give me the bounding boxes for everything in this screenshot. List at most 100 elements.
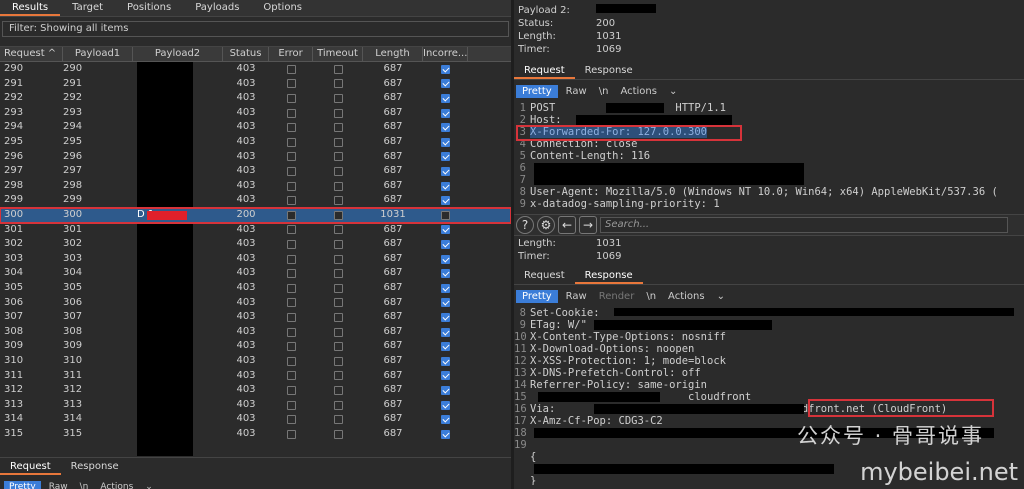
payload2-cell: [133, 310, 223, 325]
tab-request[interactable]: Request: [514, 267, 575, 284]
timeout-checkbox: [333, 137, 343, 147]
code-line: 8 User-Agent: Mozilla/5.0 (Windows NT 10.…: [514, 186, 1024, 198]
error-checkbox: [286, 283, 296, 293]
line-number: 13: [514, 367, 527, 379]
request-editor[interactable]: 1 POST HTTP/1.1 2 Host: 3 X-Forwarded-For: 12…: [514, 102, 1024, 212]
payload1-cell: 306: [63, 296, 83, 308]
table-row[interactable]: 293 293 403 687: [0, 106, 511, 121]
tab-response[interactable]: Response: [61, 458, 129, 475]
tab-target[interactable]: Target: [60, 0, 115, 16]
payload2-cell: [133, 106, 223, 121]
table-row[interactable]: 298 298 403 687: [0, 179, 511, 194]
col-error[interactable]: Error: [269, 47, 313, 61]
help-icon[interactable]: ?: [516, 216, 534, 234]
table-row[interactable]: 305 305 403 687: [0, 281, 511, 296]
timeout-checkbox: [333, 429, 343, 439]
table-row[interactable]: 300 300 D 1 200 1031: [0, 207, 511, 224]
table-row[interactable]: 301 301 403 687: [0, 223, 511, 238]
table-row[interactable]: 297 297 403 687: [0, 164, 511, 179]
incorrect-cell: [423, 369, 468, 384]
actions-button[interactable]: Actions: [96, 481, 137, 489]
col-payload2[interactable]: Payload2: [133, 47, 223, 61]
search-input[interactable]: Search...: [600, 217, 1008, 233]
table-row[interactable]: 302 302 403 687: [0, 237, 511, 252]
error-cell: [269, 383, 313, 398]
pretty-button[interactable]: Pretty: [516, 84, 558, 98]
filter-bar[interactable]: Filter: Showing all items: [2, 21, 509, 37]
request-cell: 313: [4, 398, 24, 410]
table-row[interactable]: 290 290 403 687: [0, 62, 511, 77]
timeout-cell: [313, 150, 363, 165]
table-row[interactable]: 291 291 403 687: [0, 77, 511, 92]
arrow-left-icon[interactable]: ←: [558, 216, 576, 234]
length-cell: 687: [383, 340, 403, 352]
table-row[interactable]: 314 314 403 687: [0, 412, 511, 427]
incorrect-checkbox: [441, 93, 450, 103]
newline-button[interactable]: \n: [76, 481, 93, 489]
tab-request[interactable]: Request: [0, 458, 61, 475]
tab-positions[interactable]: Positions: [115, 0, 183, 16]
tab-payloads[interactable]: Payloads: [183, 0, 251, 16]
status-cell: 403: [236, 296, 256, 308]
col-length[interactable]: Length: [363, 47, 423, 61]
table-row[interactable]: 310 310 403 687: [0, 354, 511, 369]
pretty-button[interactable]: Pretty: [516, 289, 558, 303]
table-row[interactable]: 313 313 403 687: [0, 398, 511, 413]
incorrect-cell: [423, 77, 468, 92]
actions-button[interactable]: Actions: [616, 85, 661, 98]
raw-button[interactable]: Raw: [45, 481, 72, 489]
table-row[interactable]: 296 296 403 687: [0, 150, 511, 165]
raw-button[interactable]: Raw: [562, 290, 591, 303]
length-cell: 687: [383, 63, 403, 74]
length-cell: 687: [383, 296, 403, 308]
length-cell: 687: [383, 267, 403, 279]
col-timeout[interactable]: Timeout: [313, 47, 363, 61]
render-button[interactable]: Render: [595, 290, 639, 303]
raw-button[interactable]: Raw: [562, 85, 591, 98]
payload2-cell: [133, 427, 223, 442]
table-row[interactable]: 315 315 403 687: [0, 427, 511, 442]
request-cell: 305: [4, 282, 24, 293]
newline-button[interactable]: \n: [642, 290, 660, 303]
gear-icon[interactable]: ⚙: [537, 216, 555, 234]
pretty-button[interactable]: Pretty: [4, 481, 41, 489]
actions-button[interactable]: Actions: [664, 290, 709, 303]
table-row[interactable]: 299 299 403 687: [0, 193, 511, 208]
code-line: 12 X-XSS-Protection: 1; mode=block: [514, 355, 1024, 367]
timeout-cell: [313, 223, 363, 238]
table-row[interactable]: 308 308 403 687: [0, 325, 511, 340]
error-cell: [269, 281, 313, 296]
table-row[interactable]: 306 306 403 687: [0, 296, 511, 311]
tab-response[interactable]: Response: [575, 62, 643, 79]
col-request[interactable]: Request ^: [0, 47, 63, 61]
table-row[interactable]: 292 292 403 687: [0, 91, 511, 106]
table-row[interactable]: 303 303 403 687: [0, 252, 511, 267]
length-cell: 687: [383, 428, 403, 439]
timeout-cell: [313, 383, 363, 398]
error-checkbox: [286, 225, 296, 235]
table-row[interactable]: 309 309 403 687: [0, 339, 511, 354]
line-number: [514, 463, 530, 475]
tab-results[interactable]: Results: [0, 0, 61, 16]
arrow-right-icon[interactable]: →: [579, 216, 597, 234]
col-status[interactable]: Status: [223, 47, 269, 61]
col-incorrect[interactable]: Incorre...: [423, 47, 468, 61]
length-cell: 687: [383, 179, 403, 191]
tab-request[interactable]: Request: [514, 62, 575, 79]
error-cell: [269, 339, 313, 354]
status-cell: 403: [236, 150, 256, 162]
tab-options[interactable]: Options: [251, 0, 314, 16]
table-row[interactable]: 307 307 403 687: [0, 310, 511, 325]
table-row[interactable]: 295 295 403 687: [0, 135, 511, 150]
tab-response[interactable]: Response: [574, 267, 643, 284]
table-row[interactable]: 304 304 403 687: [0, 266, 511, 281]
table-row[interactable]: 311 311 403 687: [0, 369, 511, 384]
table-row[interactable]: 312 312 403 687: [0, 383, 511, 398]
col-payload1[interactable]: Payload1: [63, 47, 133, 61]
line-number: 7: [519, 174, 526, 186]
table-row[interactable]: 294 294 403 687: [0, 120, 511, 135]
newline-button[interactable]: \n: [595, 85, 613, 98]
line-content: {: [530, 451, 537, 463]
error-cell: [269, 91, 313, 106]
request-cell: 314: [4, 413, 24, 425]
